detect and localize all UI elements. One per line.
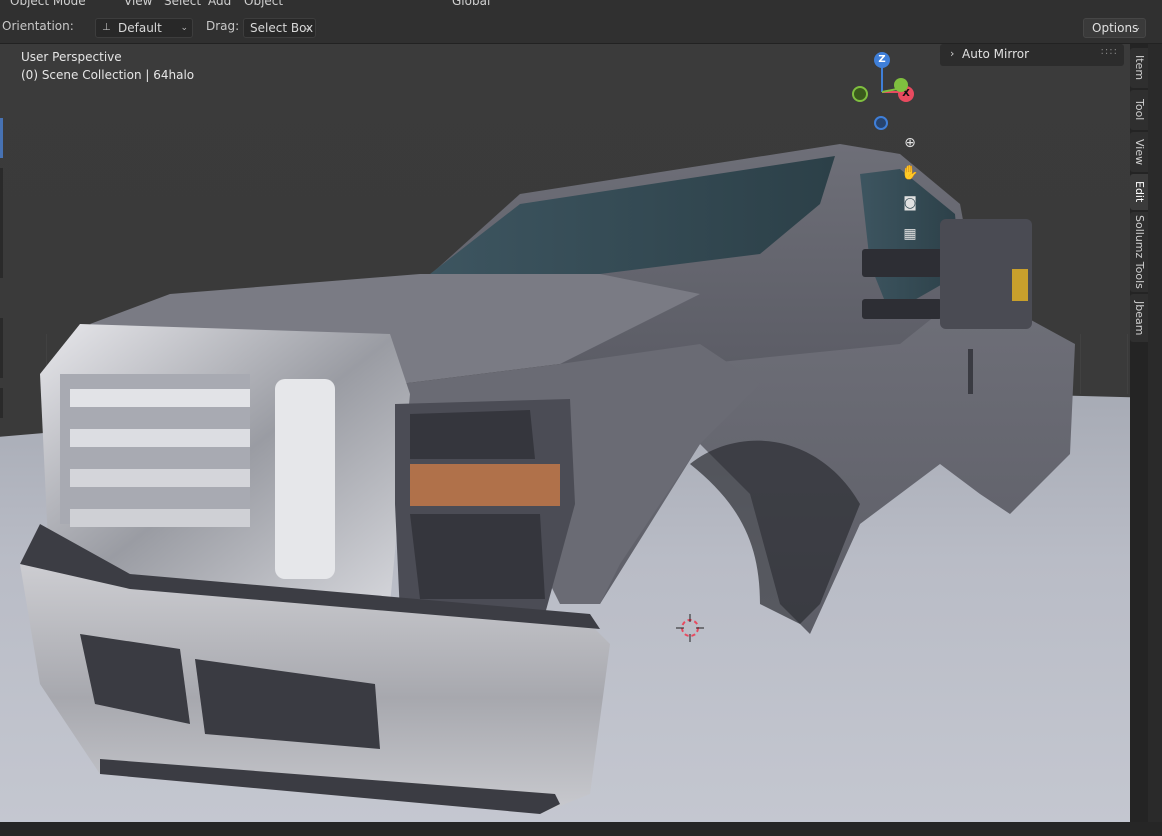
tab-jbeam[interactable]: Jbeam (1130, 294, 1148, 342)
3d-viewport[interactable]: User Perspective (0) Scene Collection | … (0, 44, 1130, 822)
orientation-value: Default (118, 21, 162, 35)
drag-grip-icon[interactable]: :::: (1101, 46, 1118, 57)
mode-selector[interactable]: Object Mode (10, 0, 86, 8)
tool-settings-bar: Orientation: ⊥ Default ⌄ Drag: Select Bo… (0, 8, 1162, 44)
tab-view[interactable]: View (1130, 132, 1148, 172)
status-bar (0, 822, 1162, 836)
toolbar-edge (0, 88, 4, 822)
options-button[interactable]: Options ⌄ (1083, 18, 1146, 38)
tab-tool[interactable]: Tool (1130, 90, 1148, 130)
viewport-header: Object Mode View Select Add Object Globa… (0, 0, 1162, 8)
options-label: Options (1092, 21, 1139, 35)
3d-cursor-icon (676, 614, 704, 642)
grid-perspective-icon[interactable]: ▦ (898, 222, 922, 246)
orientation-dropdown[interactable]: ⊥ Default ⌄ (95, 18, 193, 38)
drag-dropdown[interactable]: Select Box ⌄ (243, 18, 316, 38)
zoom-icon[interactable]: ⊕ (898, 131, 922, 155)
sidebar-tabs: Item Tool View Edit Sollumz Tools Jbeam (1130, 44, 1148, 822)
tab-sollumz-tools[interactable]: Sollumz Tools (1130, 212, 1148, 292)
auto-mirror-panel[interactable]: › Auto Mirror :::: (940, 44, 1124, 66)
navigation-gizmo[interactable]: Z X (846, 48, 920, 130)
chevron-down-icon: ⌄ (180, 23, 188, 33)
right-edge (1148, 44, 1162, 822)
neg-z-axis-button[interactable] (874, 116, 888, 130)
chevron-down-icon: ⌄ (303, 23, 311, 33)
neg-y-axis-button[interactable] (852, 86, 868, 102)
camera-icon[interactable]: ◙ (898, 191, 922, 215)
tab-edit[interactable]: Edit (1130, 174, 1148, 210)
truck-model[interactable] (0, 44, 1130, 822)
y-axis-button[interactable] (894, 78, 908, 92)
transform-orientation[interactable]: Global (452, 0, 490, 8)
menu-view[interactable]: View (124, 0, 152, 8)
tab-item[interactable]: Item (1130, 48, 1148, 88)
z-axis-button[interactable]: Z (874, 52, 890, 68)
orientation-gizmo-icon: ⊥ (102, 22, 111, 33)
drag-label: Drag: (206, 19, 240, 33)
blender-window: Object Mode View Select Add Object Globa… (0, 0, 1162, 836)
menu-object[interactable]: Object (244, 0, 283, 8)
perspective-label: User Perspective (21, 50, 122, 64)
viewport-info: User Perspective (0) Scene Collection | … (21, 48, 194, 84)
pan-hand-icon[interactable]: ✋ (898, 161, 922, 185)
auto-mirror-label: Auto Mirror (962, 47, 1030, 61)
chevron-down-icon: ⌄ (1133, 23, 1141, 33)
collection-label: (0) Scene Collection | 64halo (21, 68, 195, 82)
chevron-right-icon: › (950, 47, 955, 60)
menu-select[interactable]: Select (164, 0, 201, 8)
menu-add[interactable]: Add (208, 0, 231, 8)
orientation-label: Orientation: (2, 19, 74, 33)
